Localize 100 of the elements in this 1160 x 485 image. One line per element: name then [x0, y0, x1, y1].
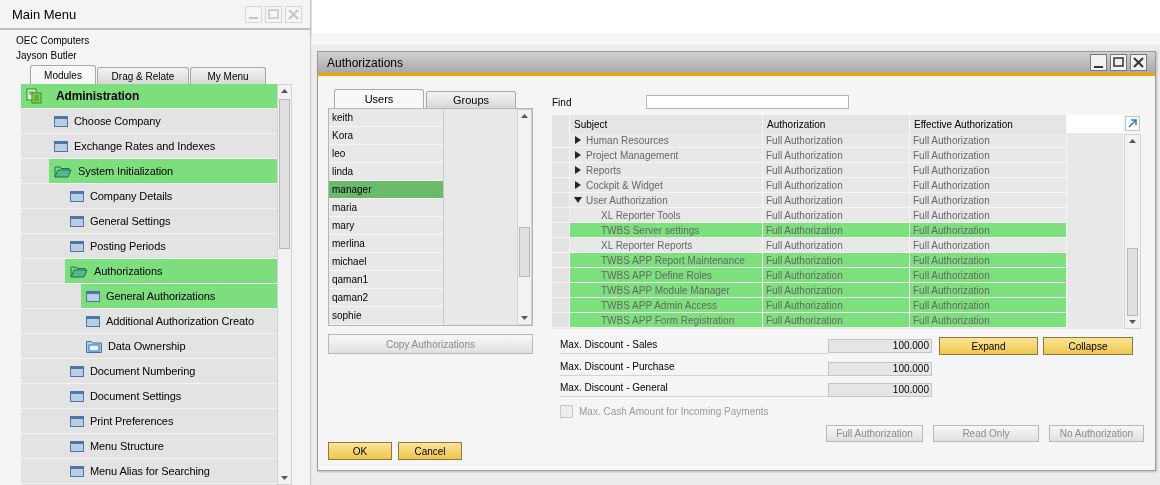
user-row[interactable]: qaman1: [329, 271, 443, 289]
window-icon: [70, 215, 84, 227]
list-tab[interactable]: Groups: [426, 91, 516, 108]
scrollbar[interactable]: [277, 84, 292, 485]
ok-button[interactable]: OK: [328, 442, 392, 460]
column-header[interactable]: Authorization: [763, 115, 910, 133]
menu-item[interactable]: Authorizations: [65, 259, 277, 283]
close-icon: [286, 6, 301, 22]
user-row[interactable]: qaman2: [329, 289, 443, 307]
find-field[interactable]: [646, 95, 849, 109]
grid-cell: Full Authorization: [763, 298, 910, 313]
row-header-cell[interactable]: [552, 238, 570, 253]
grid-cell: Full Authorization: [763, 178, 910, 193]
menu-tab[interactable]: Modules: [30, 65, 96, 84]
user-row[interactable]: manager: [329, 181, 443, 199]
menu-item[interactable]: Choose Company: [49, 109, 277, 133]
row-header-cell[interactable]: [552, 313, 570, 328]
column-header[interactable]: Effective Authorization: [910, 115, 1067, 133]
row-header-cell[interactable]: [552, 268, 570, 283]
collapse-arrow-icon: [573, 196, 583, 204]
grid-cell[interactable]: TWBS APP Report Maintenance: [570, 253, 763, 268]
scroll-thumb[interactable]: [519, 227, 530, 277]
menu-item[interactable]: General Settings: [65, 209, 277, 233]
collapse-button[interactable]: Collapse: [1043, 337, 1133, 355]
field-label: Max. Discount - Purchase: [560, 361, 828, 376]
window-icon: [54, 140, 68, 152]
scrollbar[interactable]: [1124, 134, 1141, 329]
grid-cell: Full Authorization: [910, 163, 1067, 178]
grid-cell[interactable]: TWBS APP Define Roles: [570, 268, 763, 283]
menu-item[interactable]: Menu Alias for Searching: [65, 459, 277, 483]
grid-cell: Full Authorization: [763, 223, 910, 238]
window-icon: [70, 365, 84, 377]
menu-item[interactable]: Posting Periods: [65, 234, 277, 258]
value-field[interactable]: 100.000: [828, 339, 932, 353]
grid-cell: Full Authorization: [763, 193, 910, 208]
grid-cell[interactable]: TWBS APP Module Manager: [570, 283, 763, 298]
open-window-icon[interactable]: [1125, 116, 1140, 131]
menu-item[interactable]: General Authorizations: [81, 284, 277, 308]
value-field[interactable]: 100.000: [828, 382, 932, 397]
field-label: Max. Discount - Sales: [560, 338, 828, 354]
window-title: Main Menu: [12, 6, 78, 22]
maximize-button[interactable]: [1110, 54, 1127, 71]
grid-cell[interactable]: Project Management: [570, 148, 763, 163]
scroll-thumb[interactable]: [279, 99, 290, 249]
scrollbar[interactable]: [517, 109, 532, 325]
row-header-cell[interactable]: [552, 298, 570, 313]
menu-item[interactable]: System Initialization: [49, 159, 277, 183]
value-field[interactable]: 100.000: [828, 361, 932, 376]
scroll-thumb[interactable]: [1127, 248, 1138, 316]
menu-item[interactable]: Exchange Rates and Indexes: [49, 134, 277, 158]
user-row[interactable]: leo: [329, 145, 443, 163]
user-row[interactable]: merlina: [329, 235, 443, 253]
grid-cell: Full Authorization: [910, 298, 1067, 313]
menu-item[interactable]: Document Numbering: [65, 359, 277, 383]
expand-button[interactable]: Expand: [939, 337, 1038, 355]
menu-item[interactable]: Additional Authorization Creato: [81, 309, 277, 333]
user-row[interactable]: keith: [329, 109, 443, 127]
minimize-button[interactable]: [1090, 54, 1107, 71]
grid-cell[interactable]: TWBS APP Admin Access: [570, 298, 763, 313]
row-header-cell[interactable]: [552, 223, 570, 238]
minimize-icon: [249, 17, 258, 19]
open-folder-icon: [54, 164, 72, 178]
grid-cell[interactable]: Cockpit & Widget: [570, 178, 763, 193]
grid-cell: Full Authorization: [910, 268, 1067, 283]
menu-item[interactable]: Menu Structure: [65, 434, 277, 458]
menu-item[interactable]: Administration: [21, 84, 277, 108]
grid-cell[interactable]: Human Resources: [570, 133, 763, 148]
row-header-cell[interactable]: [552, 208, 570, 223]
module-icon: [26, 88, 42, 104]
user-row[interactable]: sophie: [329, 307, 443, 325]
user-row[interactable]: Kora: [329, 127, 443, 145]
grid-cell[interactable]: Reports: [570, 163, 763, 178]
menu-item[interactable]: Company Details: [65, 184, 277, 208]
menu-item[interactable]: Data Ownership: [81, 334, 277, 358]
user-row[interactable]: mary: [329, 217, 443, 235]
window-icon: [70, 440, 84, 452]
list-tab[interactable]: Users: [334, 89, 424, 108]
grid-cell: Full Authorization: [763, 163, 910, 178]
menu-item[interactable]: Document Settings: [65, 384, 277, 408]
company-name: OEC Computers: [16, 34, 91, 48]
grid-cell: Full Authorization: [910, 283, 1067, 298]
user-row[interactable]: maria: [329, 199, 443, 217]
close-button[interactable]: [1130, 54, 1147, 71]
menu-item[interactable]: Print Preferences: [65, 409, 277, 433]
row-header-cell[interactable]: [552, 133, 570, 148]
window-icon: [86, 290, 100, 302]
cancel-button[interactable]: Cancel: [398, 442, 462, 460]
grid-cell: Full Authorization: [763, 253, 910, 268]
row-header-cell[interactable]: [552, 253, 570, 268]
grid-cell[interactable]: User Authorization: [570, 193, 763, 208]
close-icon: [1131, 55, 1146, 70]
user-row[interactable]: michael: [329, 253, 443, 271]
column-header[interactable]: Subject: [570, 115, 763, 133]
grid-cell[interactable]: TWBS Server settings: [570, 223, 763, 238]
menu-tab[interactable]: Drag & Relate: [97, 67, 189, 84]
open-folder-icon: [70, 264, 88, 278]
grid-cell: Full Authorization: [910, 148, 1067, 163]
menu-tab[interactable]: My Menu: [190, 67, 266, 84]
grid-cell[interactable]: TWBS APP Form Registration: [570, 313, 763, 328]
row-header-cell[interactable]: [552, 283, 570, 298]
